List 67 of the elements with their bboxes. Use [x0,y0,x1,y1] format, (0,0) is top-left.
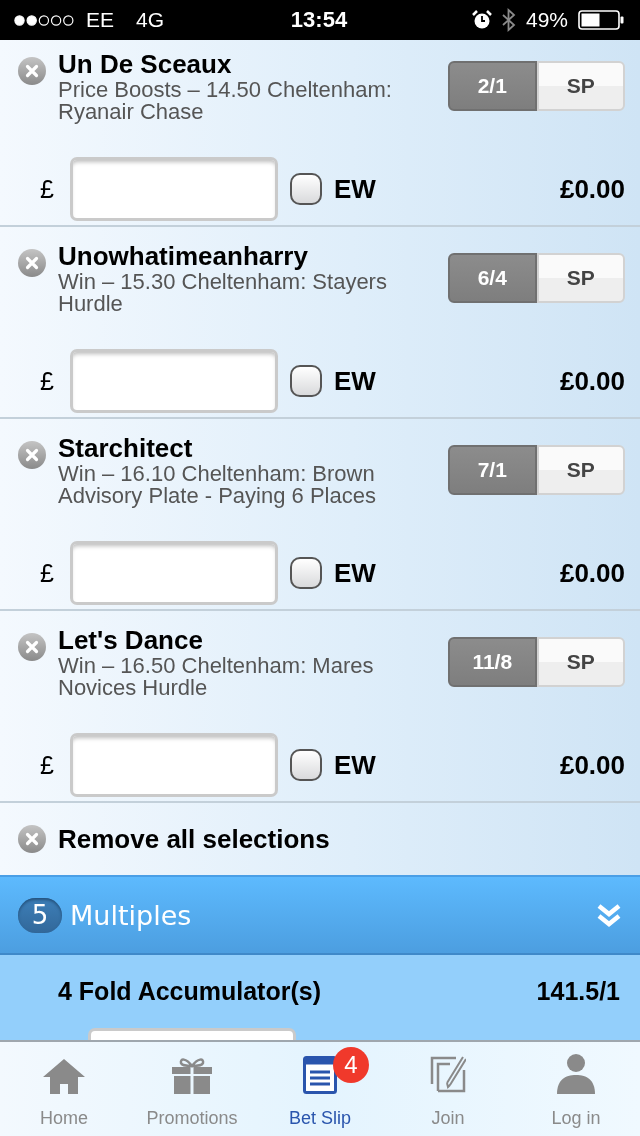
currency-symbol: £ [40,558,55,588]
stake-input-field[interactable] [70,157,278,221]
bluetooth-icon [501,8,516,32]
gift-icon [172,1056,212,1094]
potential-returns: £0.00 [559,557,625,589]
price-option[interactable]: SP [536,61,625,111]
each-way-checkbox[interactable] [290,365,322,397]
status-time: 13:54 [290,7,348,33]
stake-input-field[interactable] [70,541,278,605]
edit-icon [430,1056,466,1094]
remove-icon[interactable] [18,249,46,277]
price-option[interactable]: 11/8 [448,637,537,687]
remove-all-button[interactable]: Remove all selections [58,823,330,855]
person-icon [557,1054,595,1094]
remove-icon[interactable] [18,57,46,85]
stake-input-field[interactable] [88,1028,296,1040]
each-way-checkbox[interactable] [290,749,322,781]
currency-symbol: £ [40,750,55,780]
selection-name: Unowhatimeanharry [58,242,309,271]
price-option[interactable]: 2/1 [448,61,537,111]
tab-bar-item[interactable]: 4 Bet Slip [256,1042,384,1136]
remove-all-icon[interactable] [18,825,46,853]
potential-returns: £0.00 [559,365,625,397]
multiples-count-badge: 5 [18,897,62,933]
tab-bar-item[interactable]: Promotions [128,1042,256,1136]
stake-input-field[interactable] [70,733,278,797]
accumulator-label: 4 Fold Accumulator(s) [58,977,322,1006]
each-way-checkbox[interactable] [290,173,322,205]
price-option[interactable]: SP [536,637,625,687]
currency-symbol: £ [40,174,55,204]
alarm-clock-icon [471,10,492,30]
each-way-label: EW [334,365,376,397]
expand-chevron-icon[interactable] [596,903,622,927]
battery-percentage: 49% [525,8,568,32]
each-way-label: EW [334,749,376,781]
document-icon [303,1056,337,1094]
selection-name: Starchitect [58,434,194,463]
market-description: Win – 15.30 Cheltenham: Stayers Hurdle [58,271,388,315]
price-option[interactable]: 7/1 [448,445,537,495]
network-type: 4G [136,8,165,32]
home-icon [42,1058,86,1094]
price-option[interactable]: 6/4 [448,253,537,303]
each-way-label: EW [334,557,376,589]
selection-name: Un De Sceaux [58,50,233,79]
market-description: Price Boosts – 14.50 Cheltenham: Ryanair Chase [58,79,393,123]
multiples-header[interactable]: 5 Multiples [0,875,640,955]
battery-icon [578,10,624,30]
remove-icon[interactable] [18,441,46,469]
remove-icon[interactable] [18,633,46,661]
tab-bar-item[interactable]: Home [0,1042,128,1136]
accumulator-odds: 141.5/1 [536,977,620,1006]
market-description: Win – 16.50 Cheltenham: Mares Novices Hurdle [58,655,375,699]
signal-strength-icon [14,14,74,26]
carrier-name: EE [86,8,114,32]
potential-returns: £0.00 [559,749,625,781]
market-description: Win – 16.10 Cheltenham: Brown Advisory Plate - Paying 6 Places [58,463,377,507]
notification-badge: 4 [333,1047,369,1083]
potential-returns: £0.00 [559,173,625,205]
tab-bar-item[interactable]: Join [384,1042,512,1136]
each-way-label: EW [334,173,376,205]
price-option[interactable]: SP [536,445,625,495]
selection-name: Let's Dance [58,626,204,655]
stake-input-field[interactable] [70,349,278,413]
tab-bar-item[interactable]: Log in [512,1042,640,1136]
price-option[interactable]: SP [536,253,625,303]
each-way-checkbox[interactable] [290,557,322,589]
currency-symbol: £ [40,366,55,396]
